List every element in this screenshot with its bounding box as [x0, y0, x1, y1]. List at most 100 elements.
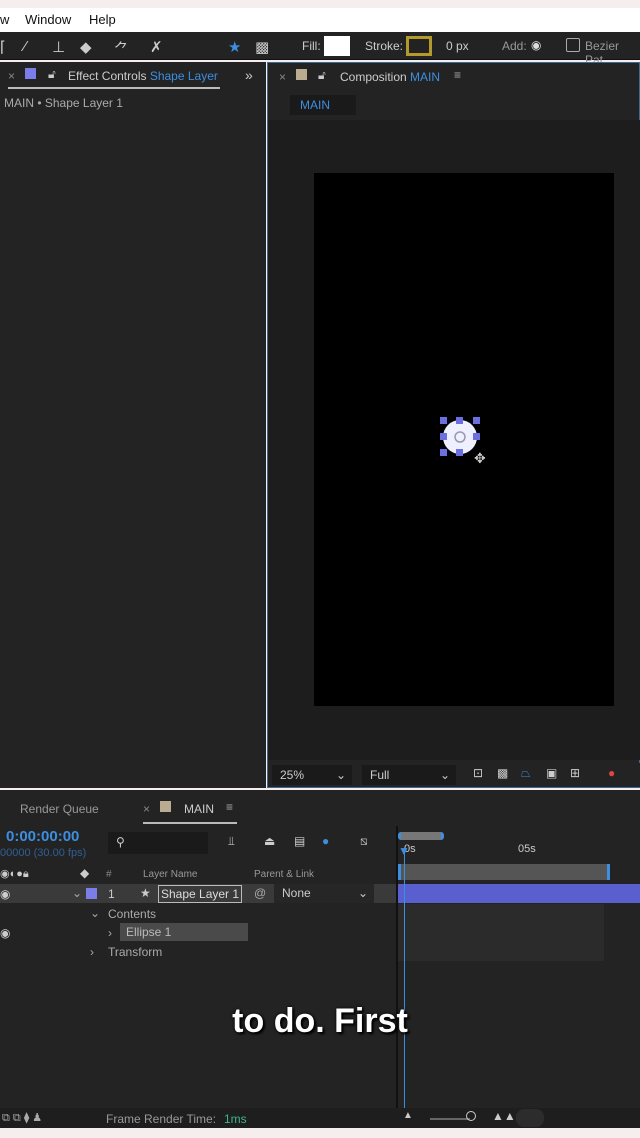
zoom-dropdown[interactable]: 25% ⌄: [272, 765, 352, 785]
toggle-button[interactable]: [516, 1109, 544, 1127]
mask-icon[interactable]: ▩: [255, 38, 269, 56]
layer-row[interactable]: ◉ ⌄ 1 ★ Shape Layer 1 @ None ⌄: [0, 884, 396, 903]
chevron-down-icon[interactable]: ⌄: [72, 886, 82, 900]
timeline-panel: Render Queue × MAIN ≡ 0:00:00:00 00000 (…: [0, 790, 640, 1108]
layer-duration-bar[interactable]: [398, 884, 640, 903]
zoom-slider[interactable]: [430, 1118, 470, 1120]
resolution-dropdown[interactable]: Full ⌄: [362, 765, 456, 785]
zoom-out-icon[interactable]: ▲: [403, 1110, 413, 1121]
col-parent[interactable]: Parent & Link: [254, 869, 314, 880]
comp-flowchart-icon[interactable]: ⫫: [228, 834, 235, 849]
fill-swatch[interactable]: [324, 36, 350, 56]
chevron-down-icon: ⌄: [335, 768, 346, 782]
ellipse-label[interactable]: Ellipse 1: [120, 923, 248, 941]
eye-icon[interactable]: ◉: [0, 887, 10, 901]
stamp-tool-icon[interactable]: ⊥: [52, 38, 65, 56]
motion-blur-icon[interactable]: ●: [322, 834, 329, 848]
menu-icon[interactable]: ≡: [226, 800, 233, 814]
search-input[interactable]: ⚲: [108, 832, 208, 854]
stroke-label[interactable]: Stroke:: [365, 39, 403, 53]
chevron-down-icon: ⌄: [439, 768, 450, 782]
comp-subtab[interactable]: MAIN: [290, 95, 356, 115]
label-color-icon[interactable]: [86, 888, 97, 899]
work-area-bar[interactable]: [398, 864, 610, 880]
render-queue-tab[interactable]: Render Queue: [20, 802, 99, 816]
render-time-value: 1ms: [224, 1112, 247, 1126]
fast-preview-icon[interactable]: ⊡: [473, 766, 483, 780]
chevron-down-icon[interactable]: ⌄: [90, 906, 100, 920]
resolution-value: Full: [370, 768, 390, 782]
comp-name: MAIN: [410, 70, 441, 84]
pickwhip-icon[interactable]: @: [254, 886, 266, 900]
star-icon[interactable]: ★: [228, 38, 241, 56]
col-layer-name[interactable]: Layer Name: [143, 869, 197, 880]
lock-icon[interactable]: 🔓︎: [318, 68, 326, 83]
col-num: #: [106, 869, 112, 880]
lock-icon[interactable]: 🔓︎: [48, 67, 56, 82]
contents-row[interactable]: ⌄ Contents: [0, 904, 396, 923]
navigator-bar[interactable]: [398, 832, 444, 840]
bezier-checkbox[interactable]: [566, 38, 580, 52]
menu-help[interactable]: Help: [89, 12, 116, 27]
render-time-label: Frame Render Time:: [106, 1112, 217, 1126]
zoom-value: 25%: [280, 768, 305, 782]
brush-tool-icon[interactable]: ⁄: [24, 38, 27, 55]
zoom-slider-handle[interactable]: [466, 1111, 476, 1121]
main-timeline-tab[interactable]: MAIN: [184, 802, 214, 816]
region-of-interest-icon[interactable]: ▣: [546, 766, 557, 780]
label-color-icon: [296, 69, 307, 80]
transparency-grid-icon[interactable]: ▩: [497, 766, 508, 780]
menubar: w Window Help: [0, 8, 640, 32]
timecode[interactable]: 0:00:00:00: [6, 828, 79, 845]
ellipse-row[interactable]: ◉ › Ellipse 1: [0, 923, 396, 942]
comp-canvas[interactable]: ✥: [314, 173, 614, 706]
eraser-tool-icon[interactable]: ◆: [80, 38, 92, 56]
active-tab-underline: [143, 822, 237, 824]
menu-window[interactable]: Window: [25, 12, 71, 27]
chevron-right-icon[interactable]: ›: [90, 945, 94, 959]
menu-icon[interactable]: ≡: [454, 68, 461, 82]
ellipse-shape[interactable]: ✥: [436, 415, 496, 465]
av-switches-icon: ◉◐●🔒︎: [0, 868, 29, 880]
layer-name-field[interactable]: Shape Layer 1: [158, 885, 243, 903]
add-button-icon[interactable]: ◉: [531, 38, 541, 52]
effect-controls-tab[interactable]: Effect Controls Shape Layer: [68, 69, 218, 83]
grid-guides-icon[interactable]: ⊞: [570, 766, 580, 780]
rect-tool-icon[interactable]: ⌈: [0, 38, 6, 56]
panel-overflow-icon[interactable]: »: [245, 67, 253, 83]
star-icon: ★: [140, 886, 151, 900]
chevron-right-icon[interactable]: ›: [108, 926, 112, 940]
pin-tool-icon[interactable]: ✗: [150, 38, 163, 56]
mask-visibility-icon[interactable]: ⏢: [521, 766, 531, 781]
draft-3d-icon[interactable]: ⏏: [264, 834, 275, 848]
track-area: [398, 904, 604, 961]
playhead-handle-icon[interactable]: ▼: [398, 844, 410, 858]
stroke-width[interactable]: 0 px: [446, 39, 469, 53]
chevron-down-icon: ⌄: [357, 886, 368, 900]
stroke-swatch[interactable]: [406, 36, 432, 56]
channels-icon[interactable]: ●: [608, 766, 615, 780]
layer-link[interactable]: Shape Layer: [150, 69, 218, 83]
fill-label[interactable]: Fill:: [302, 39, 321, 53]
frame-blending-icon[interactable]: ▤: [294, 834, 305, 848]
add-label: Add:: [502, 39, 527, 53]
status-toggle-icons[interactable]: ⧉ ⧉ ⧫ ♟: [2, 1111, 42, 1125]
close-icon[interactable]: ×: [8, 69, 15, 83]
video-caption: to do. First: [232, 1002, 408, 1040]
contents-label: Contents: [108, 907, 157, 921]
frame-info: 00000 (30.00 fps): [0, 847, 87, 859]
close-icon[interactable]: ×: [143, 802, 150, 816]
roto-tool-icon[interactable]: ⺈: [114, 38, 129, 59]
playhead[interactable]: [404, 848, 405, 1108]
composition-tab[interactable]: Composition MAIN: [340, 70, 440, 84]
ruler-tick-5: 05s: [518, 843, 536, 855]
graph-editor-icon[interactable]: ⧅: [360, 834, 368, 849]
transform-row[interactable]: › Transform: [0, 942, 396, 961]
menu-view[interactable]: w: [0, 12, 9, 27]
eye-icon[interactable]: ◉: [0, 926, 10, 940]
top-strip: [0, 0, 640, 8]
transform-label: Transform: [108, 945, 163, 959]
close-icon[interactable]: ×: [279, 70, 286, 84]
parent-dropdown[interactable]: None ⌄: [274, 884, 374, 903]
zoom-in-icon[interactable]: ▲▲: [492, 1109, 516, 1123]
